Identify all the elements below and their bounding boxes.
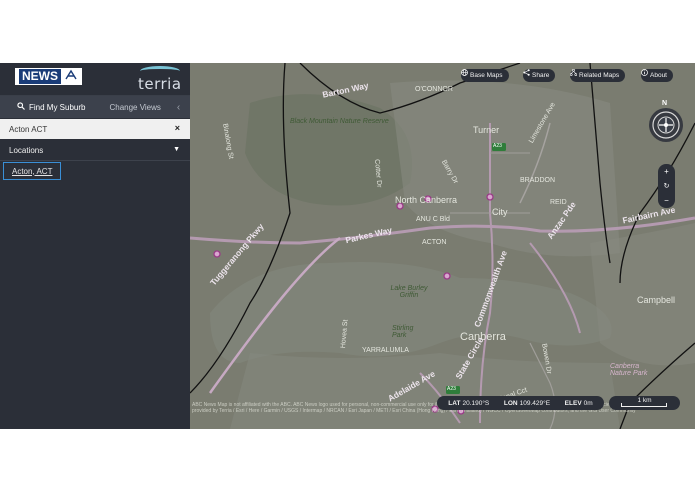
tab-find-my-suburb[interactable]: Find My Suburb bbox=[17, 102, 85, 112]
search-value: Acton ACT bbox=[9, 124, 48, 134]
tab-find-my-suburb-label: Find My Suburb bbox=[29, 102, 86, 112]
abc-news-logo: NEWS bbox=[15, 68, 82, 85]
map-label-lake-burley-griffin: Lake Burley Griffin bbox=[390, 285, 428, 299]
search-icon bbox=[17, 102, 25, 112]
zoom-out-button[interactable]: − bbox=[664, 196, 669, 205]
map-label-reid: REID bbox=[550, 199, 567, 206]
map-label-city: City bbox=[492, 207, 508, 217]
terria-logo: terria bbox=[136, 66, 184, 94]
suburb-search-input[interactable]: Acton ACT × bbox=[0, 119, 190, 139]
map-label-anu: ANU C Bld bbox=[416, 216, 450, 223]
map-label-black-mountain: Black Mountain Nature Reserve bbox=[290, 118, 389, 125]
lat-value: 20.190°S bbox=[462, 399, 490, 407]
sidebar-tabs: Find My Suburb Change Views ‹ bbox=[0, 96, 190, 118]
map-view[interactable]: Barton Way O'CONNOR Black Mountain Natur… bbox=[190, 63, 695, 429]
zoom-in-button[interactable]: + bbox=[664, 167, 669, 176]
terria-map-app: NEWS terria Find My Suburb Change Views … bbox=[0, 63, 695, 429]
terria-logo-text: terria bbox=[138, 75, 182, 93]
map-label-campbell: Campbell bbox=[637, 295, 676, 305]
compass-north-label: N bbox=[662, 100, 668, 107]
elev-value: 0m bbox=[583, 399, 593, 407]
reset-view-icon[interactable]: ↻ bbox=[664, 182, 670, 190]
lon-value: 109.429°E bbox=[519, 399, 551, 407]
brand-bar: NEWS terria bbox=[0, 63, 190, 96]
route-badge-a23: A23 bbox=[493, 143, 502, 149]
about-label: About bbox=[650, 72, 667, 79]
location-result-item[interactable]: Acton, ACT bbox=[3, 162, 62, 180]
scale-bar: 1 km bbox=[609, 396, 680, 410]
tab-change-views[interactable]: Change Views bbox=[109, 103, 160, 112]
map-label-acton: ACTON bbox=[422, 239, 447, 246]
lon-label: LON bbox=[503, 399, 518, 407]
compass-control[interactable]: N bbox=[646, 100, 688, 145]
elev-label: ELEV bbox=[564, 399, 582, 407]
location-bar[interactable]: LAT 20.190°S LON 109.429°E ELEV 0m bbox=[437, 396, 604, 410]
locations-heading: Locations bbox=[9, 146, 44, 155]
share-button[interactable]: Share bbox=[523, 69, 556, 82]
lat-label: LAT bbox=[448, 399, 461, 407]
news-logo-text: NEWS bbox=[19, 69, 61, 84]
related-maps-button[interactable]: Related Maps bbox=[570, 69, 626, 82]
locations-section-header[interactable]: Locations ▼ bbox=[0, 141, 190, 161]
abc-logo-icon bbox=[64, 69, 78, 84]
zoom-control: + ↻ − bbox=[658, 164, 675, 208]
map-label-oconnor: O'CONNOR bbox=[415, 86, 453, 93]
caret-down-icon: ▼ bbox=[173, 146, 180, 153]
map-label-north-canberra: North Canberra bbox=[395, 195, 458, 205]
map-label-canberra-nature-park: Canberra Nature Park bbox=[610, 363, 648, 377]
scale-bar-graphic bbox=[621, 403, 667, 407]
sidebar: NEWS terria Find My Suburb Change Views … bbox=[0, 63, 190, 429]
map-label-turner: Turner bbox=[473, 125, 500, 135]
clear-search-icon[interactable]: × bbox=[175, 123, 180, 133]
related-maps-label: Related Maps bbox=[579, 72, 620, 79]
base-maps-button[interactable]: Base Maps bbox=[461, 69, 509, 82]
base-maps-label: Base Maps bbox=[470, 72, 503, 79]
chevron-left-icon[interactable]: ‹ bbox=[177, 102, 180, 113]
share-label: Share bbox=[532, 72, 550, 79]
about-button[interactable]: About bbox=[641, 69, 673, 82]
map-label-braddon: BRADDON bbox=[520, 177, 556, 184]
map-label-yarralumla: YARRALUMLA bbox=[362, 347, 409, 354]
map-label-stirling-park: Stirling Park bbox=[392, 325, 414, 339]
route-badge-a23-south: A23 bbox=[447, 386, 456, 392]
